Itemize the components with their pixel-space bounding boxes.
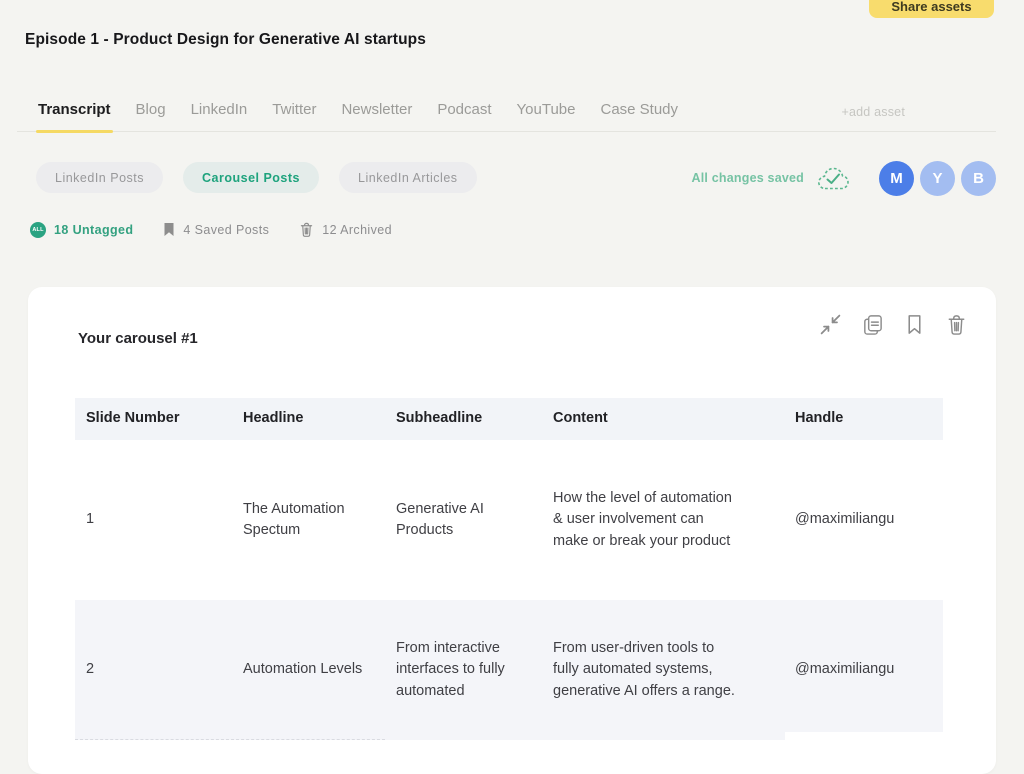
add-asset-button[interactable]: +add asset bbox=[841, 105, 905, 119]
tab-youtube[interactable]: YouTube bbox=[517, 101, 576, 131]
filter-pills: LinkedIn Posts Carousel Posts LinkedIn A… bbox=[36, 162, 477, 193]
col-header-subheadline: Subheadline bbox=[396, 408, 553, 429]
col-header-handle: Handle bbox=[795, 408, 943, 429]
carousel-title: Your carousel #1 bbox=[78, 330, 198, 347]
bookmark-icon[interactable] bbox=[903, 313, 926, 336]
avatar-m[interactable]: M bbox=[879, 161, 914, 196]
status-cluster: All changes saved M Y B bbox=[692, 160, 996, 196]
collapse-icon[interactable] bbox=[819, 313, 842, 336]
untagged-label: 18 Untagged bbox=[54, 223, 133, 237]
cell-slide-number[interactable]: 2 bbox=[75, 659, 243, 680]
table-row: 2 Automation Levels From interactive int… bbox=[75, 600, 943, 740]
cell-headline[interactable]: The Automation Spectum bbox=[243, 499, 396, 541]
carousel-card: Your carousel #1 bbox=[28, 287, 996, 774]
saved-posts-filter[interactable]: 4 Saved Posts bbox=[163, 222, 269, 237]
table-header-row: Slide Number Headline Subheadline Conten… bbox=[75, 398, 943, 440]
save-status-text: All changes saved bbox=[692, 171, 804, 185]
cloud-check-icon bbox=[813, 163, 853, 193]
carousel-table: Slide Number Headline Subheadline Conten… bbox=[75, 398, 943, 740]
cell-headline[interactable]: Automation Levels bbox=[243, 659, 396, 680]
cell-handle[interactable]: @maximiliangu bbox=[795, 659, 943, 680]
all-tags-badge-icon: ALL bbox=[30, 222, 46, 238]
col-header-content: Content bbox=[553, 408, 795, 429]
cell-slide-number[interactable]: 1 bbox=[75, 509, 243, 530]
saved-posts-label: 4 Saved Posts bbox=[183, 223, 269, 237]
col-header-slide-number: Slide Number bbox=[75, 408, 243, 429]
collaborator-avatars: M Y B bbox=[879, 161, 996, 196]
bookmark-icon bbox=[163, 222, 175, 237]
stats-row: ALL 18 Untagged 4 Saved Posts 12 Archive… bbox=[30, 221, 392, 238]
pill-linkedin-posts[interactable]: LinkedIn Posts bbox=[36, 162, 163, 193]
tab-newsletter[interactable]: Newsletter bbox=[341, 101, 412, 131]
asset-tabs: Transcript Blog LinkedIn Twitter Newslet… bbox=[17, 96, 996, 132]
pill-carousel-posts[interactable]: Carousel Posts bbox=[183, 162, 319, 193]
tab-linkedin[interactable]: LinkedIn bbox=[191, 101, 248, 131]
tab-twitter[interactable]: Twitter bbox=[272, 101, 316, 131]
tab-case-study[interactable]: Case Study bbox=[600, 101, 678, 131]
avatar-y[interactable]: Y bbox=[920, 161, 955, 196]
archived-filter[interactable]: 12 Archived bbox=[299, 221, 392, 238]
card-toolbar bbox=[819, 313, 968, 336]
cell-subheadline[interactable]: Generative AI Products bbox=[396, 499, 553, 541]
untagged-filter[interactable]: ALL 18 Untagged bbox=[30, 222, 133, 238]
cell-content[interactable]: From user-driven tools to fully automate… bbox=[553, 638, 795, 701]
table-row: 1 The Automation Spectum Generative AI P… bbox=[75, 440, 943, 600]
copy-icon[interactable] bbox=[861, 313, 884, 336]
tab-podcast[interactable]: Podcast bbox=[437, 101, 491, 131]
cell-handle[interactable]: @maximiliangu bbox=[795, 509, 943, 530]
tab-blog[interactable]: Blog bbox=[136, 101, 166, 131]
share-assets-button[interactable]: Share assets bbox=[869, 0, 994, 18]
trash-icon bbox=[299, 221, 314, 238]
archived-label: 12 Archived bbox=[322, 223, 392, 237]
tab-transcript[interactable]: Transcript bbox=[38, 101, 111, 131]
cell-subheadline[interactable]: From interactive interfaces to fully aut… bbox=[396, 638, 553, 701]
pill-linkedin-articles[interactable]: LinkedIn Articles bbox=[339, 162, 477, 193]
col-header-headline: Headline bbox=[243, 408, 396, 429]
page-title: Episode 1 - Product Design for Generativ… bbox=[25, 31, 426, 49]
cell-content[interactable]: How the level of automation & user invol… bbox=[553, 488, 795, 551]
trash-icon[interactable] bbox=[945, 313, 968, 336]
avatar-b[interactable]: B bbox=[961, 161, 996, 196]
